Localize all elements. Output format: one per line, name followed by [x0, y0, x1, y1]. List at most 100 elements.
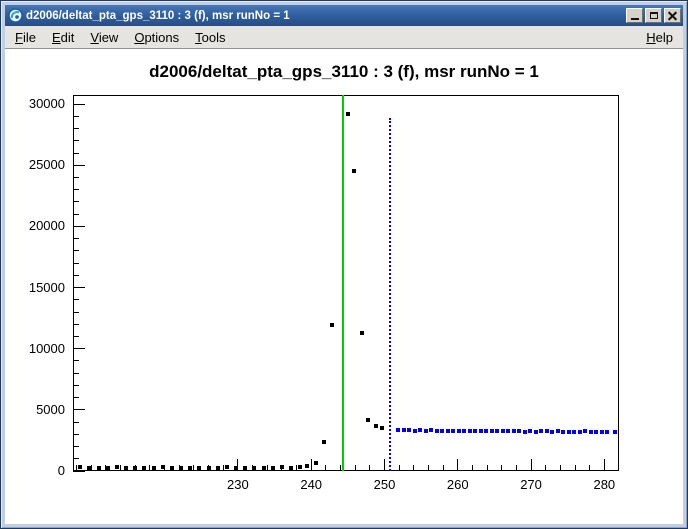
data-point-post-data-start — [468, 429, 472, 433]
y-minor-tick — [73, 373, 79, 374]
x-major-tick — [531, 459, 532, 471]
data-point-histogram — [161, 465, 165, 469]
maximize-button[interactable] — [645, 8, 662, 23]
data-point-histogram — [216, 466, 220, 470]
plot-area: 2302402502602702800500010000150002000025… — [5, 49, 683, 524]
y-minor-tick — [73, 324, 79, 325]
x-tick-label: 280 — [593, 477, 615, 492]
menu-item-edit[interactable]: Edit — [44, 28, 82, 47]
data-point-post-data-start — [484, 429, 488, 433]
x-minor-tick — [399, 465, 400, 471]
x-minor-tick — [149, 465, 150, 471]
y-minor-tick — [73, 434, 79, 435]
x-tick-label: 240 — [300, 477, 322, 492]
data-point-histogram — [188, 466, 192, 470]
app-logo-icon — [8, 8, 23, 23]
data-point-post-data-start — [594, 430, 598, 434]
data-point-post-data-start — [446, 429, 450, 433]
x-major-tick — [311, 459, 312, 471]
data-point-histogram — [97, 466, 101, 470]
data-point-histogram — [271, 466, 275, 470]
data-point-post-data-start — [561, 430, 565, 434]
x-major-tick — [457, 459, 458, 471]
x-minor-tick — [355, 465, 356, 471]
menu-item-file[interactable]: File — [7, 28, 44, 47]
x-minor-tick — [443, 465, 444, 471]
data-point-post-data-start — [517, 429, 521, 433]
data-point-post-data-start — [583, 429, 587, 433]
x-minor-tick — [516, 465, 517, 471]
data-point-histogram — [305, 464, 309, 468]
menu-item-tools[interactable]: Tools — [187, 28, 233, 47]
data-point-histogram — [106, 466, 110, 470]
y-major-tick — [73, 471, 85, 472]
data-point-post-data-start — [495, 429, 499, 433]
data-point-post-data-start — [429, 428, 433, 432]
data-point-post-data-start — [407, 428, 411, 432]
data-point-post-data-start — [424, 429, 428, 433]
x-tick-label: 250 — [374, 477, 396, 492]
x-minor-tick — [560, 465, 561, 471]
y-major-tick — [73, 165, 85, 166]
y-tick-label: 20000 — [15, 218, 65, 233]
y-major-tick — [73, 287, 85, 288]
data-point-post-data-start — [528, 429, 532, 433]
data-point-histogram — [289, 466, 293, 470]
y-major-tick — [73, 348, 85, 349]
data-point-post-data-start — [402, 428, 406, 432]
data-point-histogram — [225, 465, 229, 469]
y-minor-tick — [73, 140, 79, 141]
data-point-post-data-start — [545, 429, 549, 433]
data-point-post-data-start — [440, 429, 444, 433]
menu-item-view[interactable]: View — [82, 28, 126, 47]
data-point-histogram — [280, 465, 284, 469]
x-minor-tick — [487, 465, 488, 471]
plot-canvas[interactable]: d2006/deltat_pta_gps_3110 : 3 (f), msr r… — [5, 49, 683, 524]
data-point-post-data-start — [512, 429, 516, 433]
data-point-post-data-start — [605, 430, 609, 434]
menu-item-options[interactable]: Options — [126, 28, 187, 47]
y-minor-tick — [73, 397, 79, 398]
data-point-histogram — [87, 466, 91, 470]
x-minor-tick — [296, 465, 297, 471]
data-point-post-data-start — [413, 429, 417, 433]
minimize-button[interactable] — [626, 8, 643, 23]
data-point-histogram — [314, 461, 318, 465]
y-minor-tick — [73, 360, 79, 361]
menu-item-help[interactable]: Help — [638, 28, 681, 47]
data-point-post-data-start — [556, 429, 560, 433]
close-button[interactable] — [664, 8, 681, 23]
titlebar[interactable]: d2006/deltat_pta_gps_3110 : 3 (f), msr r… — [5, 5, 683, 26]
data-point-histogram — [374, 424, 378, 428]
y-minor-tick — [73, 116, 79, 117]
x-minor-tick — [472, 465, 473, 471]
data-point-histogram — [197, 466, 201, 470]
x-minor-tick — [193, 465, 194, 471]
x-tick-label: 260 — [447, 477, 469, 492]
x-minor-tick — [575, 465, 576, 471]
data-point-post-data-start — [534, 430, 538, 434]
x-minor-tick — [413, 465, 414, 471]
data-point-post-data-start — [473, 429, 477, 433]
data-point-histogram — [366, 418, 370, 422]
x-minor-tick — [428, 465, 429, 471]
y-minor-tick — [73, 446, 79, 447]
data-point-post-data-start — [490, 429, 494, 433]
menubar: FileEditViewOptionsTools Help — [5, 26, 683, 49]
x-minor-tick — [340, 465, 341, 471]
x-tick-label: 270 — [520, 477, 542, 492]
t0-indicator-line — [342, 95, 344, 471]
y-minor-tick — [73, 275, 79, 276]
data-point-post-data-start — [539, 429, 543, 433]
data-point-post-data-start — [523, 430, 527, 434]
y-minor-tick — [73, 238, 79, 239]
y-major-tick — [73, 104, 85, 105]
data-point-histogram — [243, 466, 247, 470]
y-minor-tick — [73, 214, 79, 215]
data-point-post-data-start — [396, 428, 400, 432]
data-point-histogram — [142, 466, 146, 470]
data-point-histogram — [330, 323, 334, 327]
window-controls — [624, 8, 681, 23]
data-point-post-data-start — [613, 430, 617, 434]
y-major-tick — [73, 409, 85, 410]
